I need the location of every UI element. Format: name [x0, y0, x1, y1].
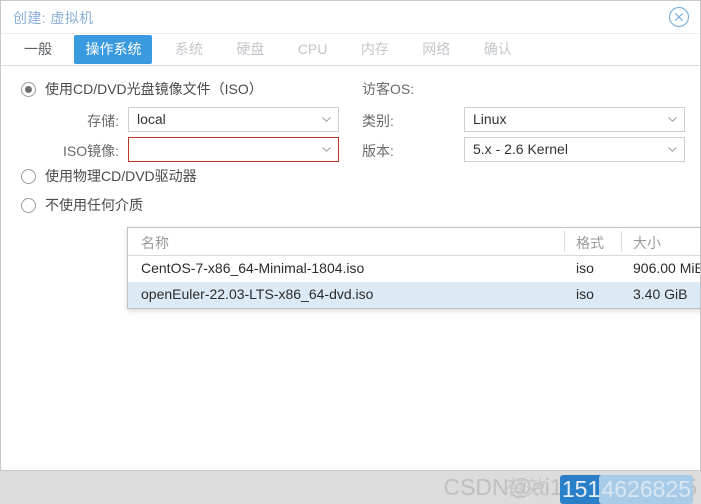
- column-header-size: 大小: [633, 235, 661, 251]
- os-version-label: 版本:: [362, 143, 394, 159]
- radio-no-media[interactable]: [21, 197, 36, 213]
- item-size: 3.40 GiB: [633, 286, 688, 302]
- iso-image-label: ISO镜像:: [62, 143, 119, 159]
- radio-label-iso-file: 使用CD/DVD光盘镜像文件（ISO）: [45, 81, 263, 97]
- column-header-format: 格式: [576, 235, 604, 251]
- os-category-select-value: Linux: [473, 111, 507, 127]
- storage-label: 存储:: [87, 113, 119, 129]
- close-icon[interactable]: [668, 6, 690, 28]
- storage-select[interactable]: local: [128, 107, 339, 132]
- tab-system[interactable]: 系统: [164, 35, 214, 64]
- os-version-select[interactable]: 5.x - 2.6 Kernel: [464, 137, 685, 162]
- iso-image-dropdown[interactable]: 名称 格式 大小 CentOS-7-x86_64-Minimal-1804.is…: [127, 227, 701, 309]
- dialog-titlebar: 创建: 虚拟机: [1, 1, 700, 34]
- guest-os-section-label: 访客OS:: [362, 81, 415, 97]
- watermark-selection-b: 4626825: [599, 475, 693, 504]
- iso-image-select[interactable]: [128, 137, 339, 162]
- tab-disk[interactable]: 硬盘: [225, 35, 275, 64]
- chevron-down-icon: [322, 117, 331, 122]
- radio-physical-drive[interactable]: [21, 168, 36, 184]
- chevron-down-icon: [668, 117, 677, 122]
- tab-general[interactable]: 一般: [13, 35, 63, 64]
- radio-label-physical-drive: 使用物理CD/DVD驱动器: [45, 168, 197, 184]
- radio-row-physical-drive[interactable]: 使用物理CD/DVD驱动器: [21, 166, 197, 186]
- dropdown-header-row: 名称 格式 大小: [128, 228, 700, 256]
- tab-network[interactable]: 网络: [411, 35, 461, 64]
- os-category-label: 类别:: [362, 113, 394, 129]
- dialog-body: 使用CD/DVD光盘镜像文件（ISO） 存储: local ISO镜像: 使用物…: [1, 66, 701, 470]
- dialog-title: 创建: 虚拟机: [13, 10, 94, 26]
- item-format: iso: [576, 286, 594, 302]
- column-divider: [564, 231, 565, 252]
- tab-memory[interactable]: 内存: [350, 35, 400, 64]
- os-version-select-value: 5.x - 2.6 Kernel: [473, 141, 568, 157]
- radio-iso-file[interactable]: [21, 81, 36, 97]
- watermark-cn-overlay: 有效: [505, 477, 547, 500]
- dropdown-item-openeuler[interactable]: openEuler-22.03-LTS-x86_64-dvd.iso iso 3…: [128, 282, 700, 308]
- create-vm-dialog: 创建: 虚拟机 一般 操作系统 系统 硬盘 CPU 内存 网络 确认 使用CD/…: [0, 0, 701, 471]
- column-header-name: 名称: [141, 235, 169, 251]
- os-category-select[interactable]: Linux: [464, 107, 685, 132]
- tab-os[interactable]: 操作系统: [74, 35, 153, 64]
- item-name: CentOS-7-x86_64-Minimal-1804.iso: [141, 260, 365, 276]
- chevron-down-icon: [322, 147, 331, 152]
- tab-cpu[interactable]: CPU: [287, 35, 339, 64]
- dropdown-item-centos[interactable]: CentOS-7-x86_64-Minimal-1804.iso iso 906…: [128, 256, 700, 282]
- tab-confirm[interactable]: 确认: [473, 35, 523, 64]
- column-divider: [621, 231, 622, 252]
- storage-select-value: local: [137, 111, 166, 127]
- footer-strip: CSDN@ai1513 4626825 有效 1513 4626825: [0, 471, 701, 504]
- radio-row-iso-file[interactable]: 使用CD/DVD光盘镜像文件（ISO）: [21, 79, 263, 99]
- radio-label-no-media: 不使用任何介质: [45, 197, 143, 213]
- chevron-down-icon: [668, 147, 677, 152]
- radio-row-no-media[interactable]: 不使用任何介质: [21, 195, 143, 215]
- item-size: 906.00 MiB: [633, 260, 701, 276]
- item-name: openEuler-22.03-LTS-x86_64-dvd.iso: [141, 286, 374, 302]
- item-format: iso: [576, 260, 594, 276]
- screen-root: 创建: 虚拟机 一般 操作系统 系统 硬盘 CPU 内存 网络 确认 使用CD/…: [0, 0, 701, 504]
- wizard-tabbar: 一般 操作系统 系统 硬盘 CPU 内存 网络 确认: [1, 34, 700, 66]
